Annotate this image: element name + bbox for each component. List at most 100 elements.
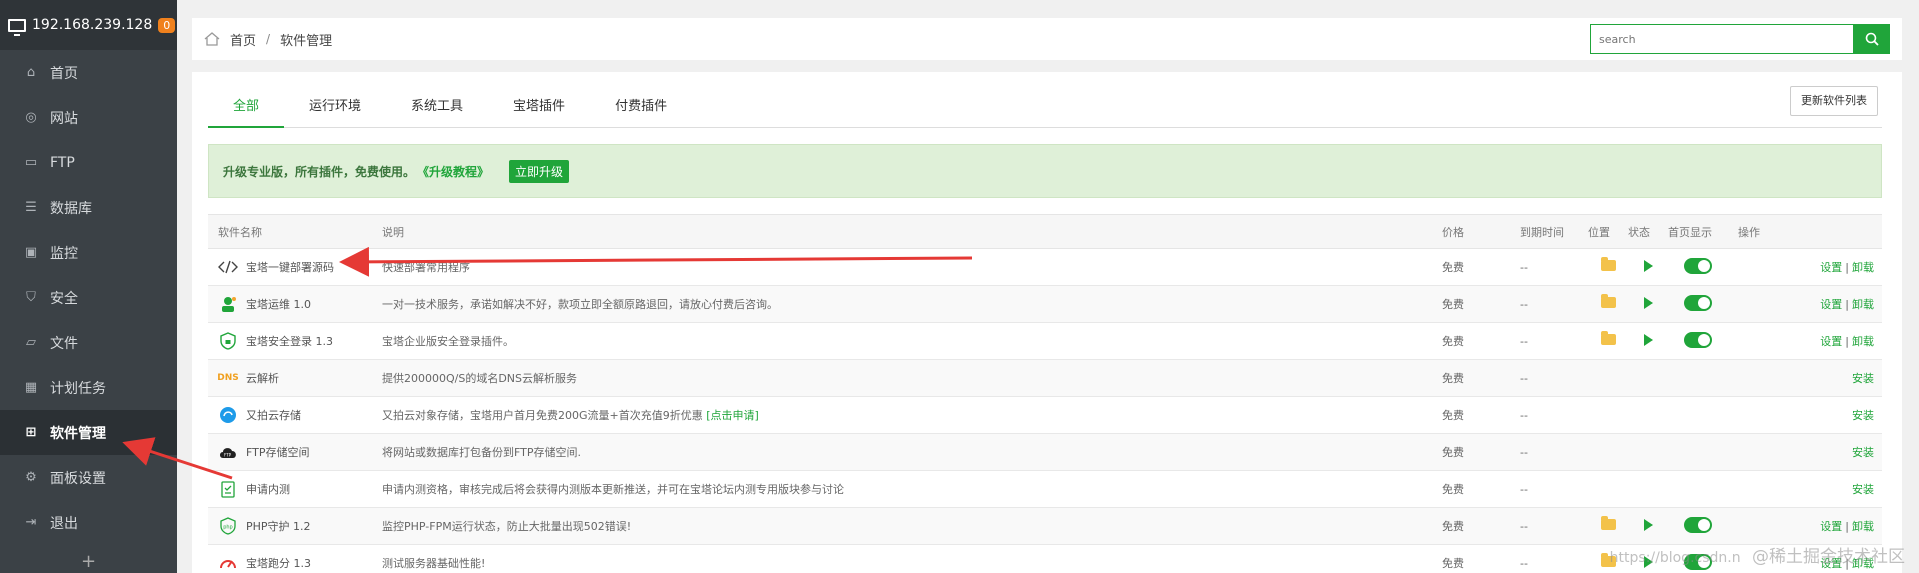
software-name[interactable]: 申请内测: [246, 481, 290, 497]
search-button[interactable]: [1854, 24, 1890, 54]
uninstall-link[interactable]: 卸载: [1852, 335, 1874, 348]
software-name[interactable]: 宝塔跑分 1.3: [246, 555, 311, 571]
sidebar-item-4[interactable]: ▣ 监控: [0, 230, 177, 275]
sidebar-item-label: 安全: [50, 290, 78, 307]
software-desc: 快速部署常用程序: [382, 261, 470, 274]
software-name[interactable]: 又拍云存储: [246, 407, 301, 423]
settings-link[interactable]: 设置: [1820, 335, 1842, 348]
tab-3[interactable]: 宝塔插件: [488, 86, 590, 128]
sidebar-item-label: 数据库: [50, 200, 92, 217]
uninstall-link[interactable]: 卸载: [1852, 298, 1874, 311]
folder-icon[interactable]: [1600, 516, 1616, 530]
location-cell: [1588, 433, 1628, 471]
play-icon[interactable]: [1643, 296, 1653, 309]
software-name[interactable]: FTP存储空间: [246, 444, 310, 460]
sidebar-item-6[interactable]: ▱ 文件: [0, 320, 177, 365]
sidebar-item-5[interactable]: ⛉ 安全: [0, 275, 177, 320]
software-name[interactable]: 云解析: [246, 370, 279, 386]
notification-badge[interactable]: 0: [158, 17, 176, 33]
home-icon[interactable]: [204, 32, 220, 46]
action-cell: 安装: [1728, 470, 1882, 508]
expand-plus-icon[interactable]: +: [0, 553, 177, 573]
upgrade-tutorial-link[interactable]: 《升级教程》: [417, 163, 489, 180]
ftp-cloud-icon: FTP: [218, 442, 238, 462]
sidebar-item-3[interactable]: ☰ 数据库: [0, 185, 177, 230]
software-name[interactable]: PHP守护 1.2: [246, 518, 311, 534]
home-display-toggle[interactable]: [1684, 331, 1712, 348]
play-icon[interactable]: [1643, 333, 1653, 346]
breadcrumb-separator: /: [266, 32, 271, 46]
settings-link[interactable]: 设置: [1820, 298, 1842, 311]
update-software-list-button[interactable]: 更新软件列表: [1790, 86, 1878, 116]
tab-0[interactable]: 全部: [208, 86, 285, 128]
sidebar-item-2[interactable]: ▭ FTP: [0, 140, 177, 185]
play-icon[interactable]: [1643, 259, 1653, 272]
folder-icon[interactable]: [1600, 257, 1616, 271]
status-cell: [1628, 285, 1668, 323]
code-icon: [218, 257, 238, 277]
location-cell: [1588, 396, 1628, 434]
logout-icon: ⇥: [25, 515, 37, 530]
sidebar-item-label: 网站: [50, 110, 78, 127]
server-header[interactable]: 192.168.239.128 0: [0, 0, 177, 50]
table-row: FTP FTP存储空间 将网站或数据库打包备份到FTP存储空间. 免费 -- 安装: [208, 433, 1882, 471]
tab-2[interactable]: 系统工具: [386, 86, 488, 128]
settings-link[interactable]: 设置: [1820, 261, 1842, 274]
uninstall-link[interactable]: 卸载: [1852, 261, 1874, 274]
sidebar-item-10[interactable]: ⇥ 退出: [0, 500, 177, 545]
software-name[interactable]: 宝塔安全登录 1.3: [246, 333, 333, 349]
apply-link[interactable]: [点击申请]: [706, 409, 759, 422]
expire-cell: --: [1510, 544, 1588, 573]
status-cell: [1628, 470, 1668, 508]
home-display-toggle[interactable]: [1684, 294, 1712, 311]
watermark-text: @稀土掘金技术社区: [1752, 547, 1905, 567]
install-link[interactable]: 安装: [1852, 446, 1874, 459]
software-name-cell: 又拍云存储: [208, 396, 372, 434]
expire-cell: --: [1510, 396, 1588, 434]
home-display-cell: [1668, 507, 1728, 545]
expire-cell: --: [1510, 433, 1588, 471]
software-desc: 一对一技术服务，承诺如解决不好，款项立即全额原路退回，请放心付费后咨询。: [382, 298, 778, 311]
software-name[interactable]: 宝塔一键部署源码: [246, 259, 334, 275]
tab-1[interactable]: 运行环境: [284, 86, 386, 128]
action-separator: |: [1845, 335, 1849, 348]
col-header-price[interactable]: 价格: [1432, 214, 1510, 249]
tab-4[interactable]: 付费插件: [590, 86, 692, 128]
home-display-cell: [1668, 433, 1728, 471]
play-icon[interactable]: [1643, 518, 1653, 531]
software-name-cell: 申请内测: [208, 470, 372, 508]
sidebar-item-8[interactable]: ⊞ 软件管理: [0, 410, 177, 455]
install-link[interactable]: 安装: [1852, 372, 1874, 385]
search-icon: [1865, 32, 1879, 46]
home-display-toggle[interactable]: [1684, 516, 1712, 533]
sidebar-item-label: 退出: [50, 515, 78, 532]
install-link[interactable]: 安装: [1852, 483, 1874, 496]
sidebar-item-0[interactable]: ⌂ 首页: [0, 50, 177, 95]
sidebar-item-7[interactable]: ▦ 计划任务: [0, 365, 177, 410]
sidebar-item-label: 计划任务: [50, 380, 106, 397]
location-cell: [1588, 248, 1628, 286]
folder-icon[interactable]: [1600, 294, 1616, 308]
col-header-name[interactable]: 软件名称: [208, 214, 372, 249]
sidebar-item-label: 监控: [50, 245, 78, 262]
svg-text:FTP: FTP: [224, 453, 232, 458]
install-link[interactable]: 安装: [1852, 409, 1874, 422]
expire-cell: --: [1510, 285, 1588, 323]
software-table: 软件名称 说明 价格 到期时间 位置 状态 首页显示 操作 宝塔一键部署源码 快速…: [208, 214, 1882, 573]
settings-link[interactable]: 设置: [1820, 520, 1842, 533]
home-display-toggle[interactable]: [1684, 257, 1712, 274]
globe-icon: ◎: [25, 110, 37, 125]
search-input[interactable]: [1590, 24, 1854, 54]
sidebar: 192.168.239.128 0 ⌂ 首页 ◎ 网站 ▭ FTP ☰ 数据库 ▣ 监控 ⛉ 安全 ▱ 文…: [0, 0, 177, 573]
software-name[interactable]: 宝塔运维 1.0: [246, 296, 311, 312]
breadcrumb-home[interactable]: 首页: [230, 30, 256, 49]
software-desc: 又拍云对象存储，宝塔用户首月免费200G流量+首次充值9折优惠: [382, 409, 703, 422]
clipboard-icon: [218, 479, 238, 499]
watermark-url: https://blog.csdn.n: [1609, 550, 1741, 566]
sidebar-item-1[interactable]: ◎ 网站: [0, 95, 177, 140]
folder-icon[interactable]: [1600, 331, 1616, 345]
sidebar-item-9[interactable]: ⚙ 面板设置: [0, 455, 177, 500]
upgrade-now-button[interactable]: 立即升级: [509, 159, 570, 183]
uninstall-link[interactable]: 卸载: [1852, 520, 1874, 533]
action-separator: |: [1845, 261, 1849, 274]
